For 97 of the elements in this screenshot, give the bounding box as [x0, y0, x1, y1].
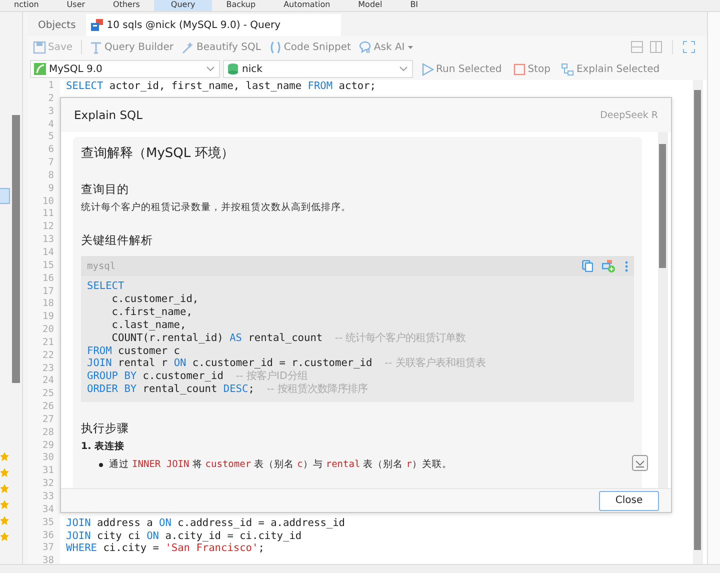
line-number: 15 — [42, 260, 55, 273]
menu-item[interactable]: User — [52, 0, 100, 11]
code-line: COUNT(r.rental_id) AS rental_count -- 统计每个客户的租赁订单数 — [110, 332, 466, 345]
menu-item[interactable]: Others — [99, 0, 154, 11]
heading: 查询解释（MySQL 环境） — [81, 145, 235, 163]
split-vertical-icon — [650, 41, 662, 53]
code-line: FROM customer c — [87, 344, 180, 358]
line-number: 21 — [42, 336, 55, 350]
line-number: 27 — [42, 414, 55, 427]
code-line: c.last_name, — [110, 318, 186, 332]
menu-item[interactable]: BI — [396, 0, 432, 11]
model-label: DeepSeek R — [600, 110, 658, 120]
line-number: 36 — [42, 530, 55, 542]
star-icon — [0, 532, 9, 541]
builder-icon — [90, 40, 103, 54]
play-icon — [421, 62, 434, 76]
line-number: 38 — [42, 555, 55, 568]
chevron-down-icon — [206, 66, 215, 72]
star-icon — [0, 484, 9, 493]
line-number: 3 — [47, 106, 55, 119]
heading: 查询目的 — [81, 181, 130, 197]
line-number: 16 — [42, 272, 55, 286]
line-number: 13 — [42, 234, 55, 247]
query-icon — [90, 19, 103, 31]
line-number: 24 — [42, 375, 55, 388]
line-number: 30 — [42, 452, 55, 466]
line-number: 22 — [42, 350, 55, 363]
line-number: 7 — [47, 157, 55, 170]
list-item: 通过 INNER JOIN 将 customer 表（别名 c）与 rental 表（别名 r）关联。 — [109, 458, 452, 472]
fullscreen-icon — [683, 41, 695, 53]
menu-item[interactable]: nction — [0, 0, 53, 11]
bullet-icon — [99, 463, 103, 468]
heading: 1. 表连接 — [81, 440, 126, 454]
line-number: 8 — [47, 170, 55, 183]
line-number: 20 — [42, 324, 55, 337]
menu-item[interactable]: Model — [344, 0, 396, 11]
star-icon — [0, 516, 9, 525]
line-number: 32 — [42, 478, 55, 491]
line-number: 29 — [42, 440, 55, 452]
copy-icon — [582, 260, 593, 272]
star-icon — [0, 452, 9, 461]
dropdown[interactable]: MySQL 9.0 — [30, 60, 220, 78]
heading: 执行步骤 — [81, 420, 130, 436]
heading: 关键组件解析 — [81, 232, 154, 248]
line-number: 1 — [47, 80, 55, 93]
code-line: c.first_name, — [110, 306, 192, 319]
line-number: 9 — [47, 182, 55, 196]
chat-icon — [358, 40, 372, 54]
line-number: 12 — [42, 221, 55, 234]
line-number: 10 — [42, 196, 55, 208]
line-number: 28 — [42, 426, 55, 440]
line-number: 17 — [42, 286, 55, 298]
code-line: GROUP BY c.customer_id -- 按客户ID分组 — [87, 370, 308, 384]
tab[interactable]: 10 sqls @nick (MySQL 9.0) - Query — [86, 14, 341, 36]
line-number: 5 — [47, 131, 55, 144]
line-number: 35 — [42, 516, 55, 530]
close-button[interactable]: Close — [599, 490, 659, 510]
stop-icon — [512, 62, 526, 76]
line-number: 19 — [42, 311, 55, 324]
code-line: SELECT — [87, 280, 124, 293]
line-number: 23 — [42, 362, 55, 376]
line-number: 18 — [42, 298, 55, 312]
wand-icon — [181, 40, 194, 54]
menu-item[interactable]: Backup — [212, 0, 270, 11]
language-label: mysql — [87, 260, 116, 272]
line-number: 14 — [42, 246, 55, 260]
line-number: 31 — [42, 465, 55, 478]
line-number: 6 — [47, 144, 55, 158]
line-number: 26 — [42, 401, 55, 414]
code-line: c.customer_id, — [110, 292, 199, 306]
code-line: JOIN rental r ON c.customer_id = r.customer_id -- 关联客户表和租赁表 — [87, 357, 486, 370]
line-number: 11 — [42, 208, 55, 222]
paragraph: 统计每个客户的租赁记录数量，并按租赁次数从高到低排序。 — [81, 201, 352, 214]
line-number: 37 — [42, 542, 55, 556]
diagram-icon — [561, 62, 574, 76]
dialog-title: Explain SQL — [74, 108, 143, 122]
line-number: 25 — [42, 388, 55, 402]
line-number: 2 — [47, 92, 55, 106]
insert-icon — [602, 260, 616, 272]
split-horizontal-icon — [631, 41, 643, 53]
line-number: 34 — [42, 504, 55, 517]
line-number: 4 — [47, 118, 55, 132]
code-line: ORDER BY rental_count DESC; -- 按租赁次数降序排序 — [87, 383, 368, 396]
selected-row — [0, 188, 10, 204]
star-icon — [0, 500, 9, 509]
tab[interactable]: Objects — [28, 14, 86, 36]
brackets-icon — [268, 40, 282, 54]
star-icon — [0, 468, 9, 477]
menu-item[interactable]: Automation — [270, 0, 344, 11]
chevron-down-icon — [399, 66, 408, 72]
save-icon — [33, 40, 46, 54]
menu-item[interactable]: Query — [154, 0, 212, 11]
more-icon — [625, 260, 628, 272]
dropdown[interactable]: nick — [223, 60, 413, 78]
caret-icon — [406, 44, 414, 50]
line-number: 33 — [42, 491, 55, 504]
database-icon — [227, 63, 239, 75]
